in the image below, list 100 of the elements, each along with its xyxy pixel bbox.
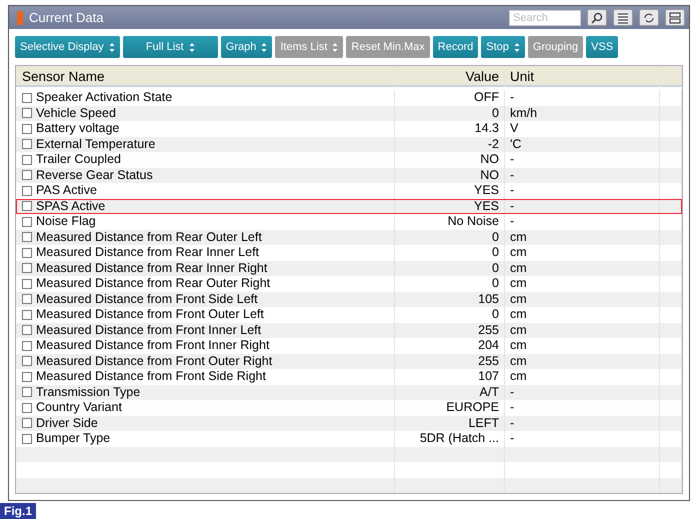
- sensor-unit: -: [510, 90, 514, 104]
- row-checkbox[interactable]: [22, 108, 32, 118]
- row-checkbox[interactable]: [22, 216, 32, 227]
- sensor-unit: -: [510, 431, 514, 445]
- sensor-name: Measured Distance from Rear Inner Right: [36, 260, 268, 276]
- sensor-unit: cm: [510, 292, 527, 306]
- sensor-value: 0: [492, 276, 499, 290]
- row-checkbox[interactable]: [22, 186, 32, 196]
- sensor-unit: -: [510, 168, 514, 182]
- sensor-name: External Temperature: [36, 136, 156, 152]
- row-checkbox[interactable]: [22, 232, 32, 242]
- sensor-name: Transmission Type: [36, 384, 140, 400]
- sensor-unit: cm: [510, 369, 527, 383]
- sensor-value: 0: [492, 230, 499, 244]
- sensor-name: SPAS Active: [36, 198, 106, 214]
- sensor-name: Measured Distance from Rear Outer Left: [36, 230, 262, 245]
- sensor-unit: cm: [510, 322, 527, 336]
- figure-label: Fig.1: [0, 503, 36, 519]
- refresh-icon[interactable]: [639, 9, 659, 26]
- row-checkbox[interactable]: [22, 124, 32, 134]
- sensor-name: Driver Side: [36, 416, 98, 431]
- sensor-unit: cm: [510, 260, 527, 274]
- sensor-value: EUROPE: [446, 400, 499, 414]
- sensor-name: Measured Distance from Front Side Left: [36, 292, 258, 307]
- row-checkbox[interactable]: [22, 139, 32, 150]
- sensor-unit: V: [510, 121, 518, 135]
- sensor-unit: cm: [510, 338, 527, 352]
- sensor-name: Measured Distance from Front Inner Right: [36, 338, 270, 354]
- sensor-name: PAS Active: [36, 183, 97, 198]
- sensor-value: 0: [492, 307, 499, 321]
- sensor-name: Bumper Type: [36, 431, 110, 446]
- row-checkbox[interactable]: [22, 387, 32, 398]
- sensor-name: Speaker Activation State: [36, 90, 172, 106]
- row-checkbox[interactable]: [22, 372, 32, 382]
- row-checkbox[interactable]: [22, 248, 32, 258]
- sensor-value: 0: [492, 106, 499, 120]
- sensor-value: 107: [478, 369, 499, 383]
- row-checkbox[interactable]: [22, 325, 32, 336]
- sensor-unit: cm: [510, 230, 527, 244]
- column-header: Value: [395, 66, 505, 87]
- sensor-value: YES: [474, 183, 499, 197]
- row-checkbox[interactable]: [22, 92, 32, 103]
- sensor-unit: -: [510, 384, 514, 398]
- sensor-name: Measured Distance from Rear Outer Right: [36, 276, 270, 292]
- sensor-unit: cm: [510, 276, 527, 290]
- toolbar-button[interactable]: Graph: [220, 36, 272, 58]
- sensor-name: Measured Distance from Front Outer Right: [36, 354, 272, 369]
- sensor-unit: -: [510, 183, 514, 197]
- row-checkbox[interactable]: [22, 402, 32, 413]
- row-checkbox[interactable]: [22, 201, 32, 212]
- toolbar-button[interactable]: Selective Display: [15, 36, 120, 58]
- toolbar-button[interactable]: Stop: [481, 36, 525, 58]
- row-checkbox[interactable]: [22, 154, 32, 165]
- sensor-unit: 'C: [510, 136, 522, 150]
- sensor-name: Trailer Coupled: [36, 152, 121, 168]
- toolbar-button[interactable]: Full List: [122, 36, 218, 58]
- row-checkbox[interactable]: [22, 294, 32, 304]
- row-checkbox[interactable]: [22, 278, 32, 289]
- toolbar-button[interactable]: Record: [432, 36, 478, 58]
- column-header: Sensor Name: [16, 66, 395, 87]
- sensor-unit: cm: [510, 245, 527, 259]
- row-checkbox[interactable]: [22, 310, 32, 320]
- search-field[interactable]: Search: [509, 10, 581, 26]
- sensor-unit: -: [510, 400, 514, 414]
- row-checkbox[interactable]: [22, 356, 32, 366]
- sensor-name: Vehicle Speed: [36, 106, 116, 121]
- window-icon[interactable]: [665, 9, 685, 26]
- sensor-value: 255: [478, 354, 499, 368]
- sensor-name: Country Variant: [36, 400, 122, 416]
- row-checkbox[interactable]: [22, 170, 32, 180]
- sensor-name: Measured Distance from Front Inner Left: [36, 322, 262, 338]
- sensor-name: Measured Distance from Front Side Right: [36, 369, 266, 384]
- list-icon[interactable]: [613, 9, 633, 26]
- window-title: Current Data: [29, 10, 104, 25]
- row-checkbox[interactable]: [22, 418, 32, 428]
- sensor-unit: cm: [510, 354, 527, 368]
- sensor-unit: km/h: [510, 106, 538, 120]
- sensor-unit: -: [510, 152, 514, 166]
- sensor-unit: -: [510, 416, 514, 430]
- row-checkbox[interactable]: [22, 434, 32, 444]
- sensor-value: 0: [492, 260, 499, 274]
- row-checkbox[interactable]: [22, 340, 32, 351]
- sensor-value: 5DR (Hatch ...: [420, 431, 499, 445]
- toolbar-button[interactable]: VSS: [586, 36, 618, 58]
- sensor-name: Reverse Gear Status: [36, 168, 153, 183]
- sensor-name: Noise Flag: [36, 214, 96, 230]
- sensor-value: 14.3: [474, 121, 499, 135]
- row-checkbox[interactable]: [22, 263, 32, 274]
- sensor-value: No Noise: [448, 214, 499, 228]
- sensor-value: 255: [478, 322, 499, 336]
- sensor-value: 0: [492, 245, 499, 259]
- sensor-name: Measured Distance from Rear Inner Left: [36, 245, 260, 260]
- sensor-value: A/T: [480, 384, 499, 398]
- sensor-unit: -: [510, 198, 514, 212]
- search-icon[interactable]: [587, 9, 607, 26]
- sensor-unit: -: [510, 214, 514, 228]
- sensor-value: LEFT: [468, 416, 499, 430]
- sensor-name: Battery voltage: [36, 121, 120, 136]
- sensor-value: YES: [474, 198, 499, 212]
- sensor-value: -2: [488, 136, 499, 150]
